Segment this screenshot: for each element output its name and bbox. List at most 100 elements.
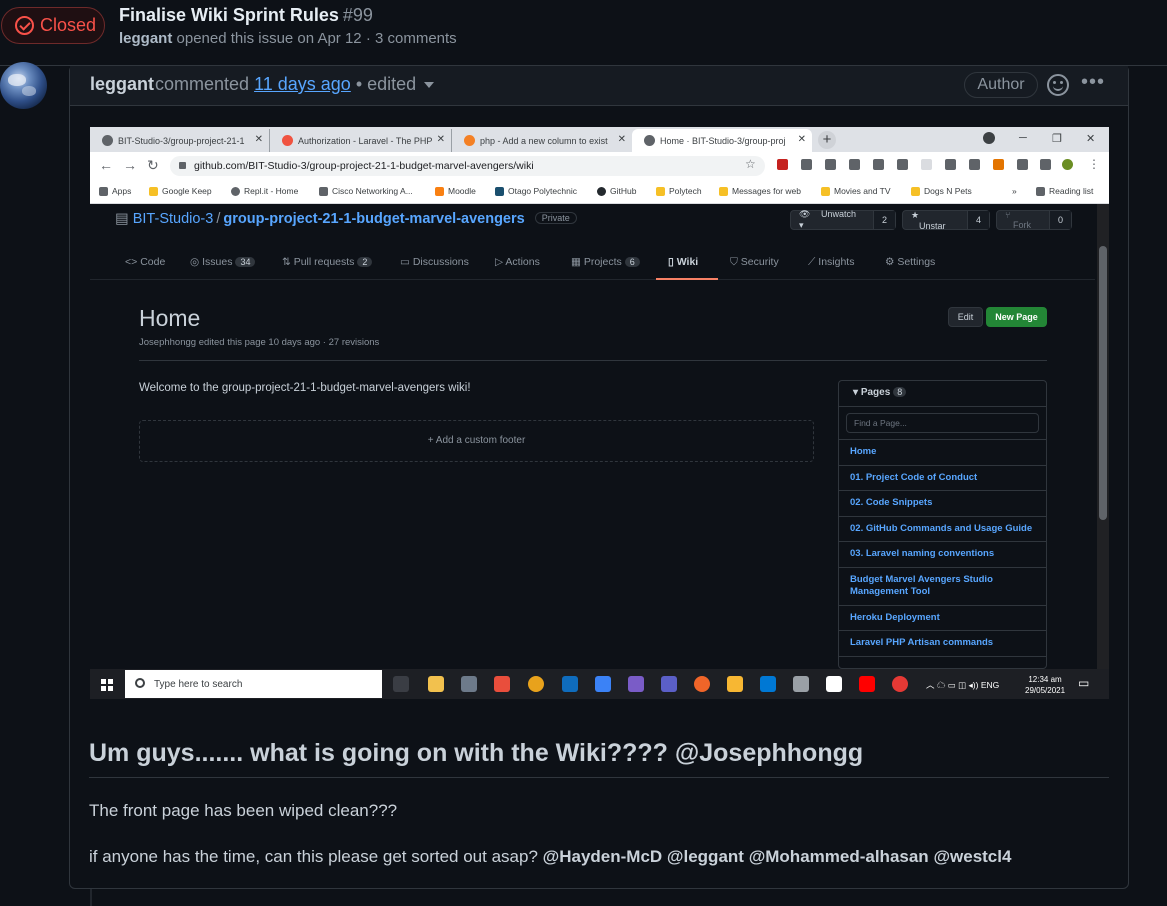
bookmark-folder[interactable]: Movies and TV [821, 186, 891, 196]
extension-icon[interactable] [801, 159, 812, 170]
page-link[interactable]: 03. Laravel naming conventions [839, 542, 1046, 568]
edit-button[interactable]: Edit [948, 307, 983, 327]
tab-settings[interactable]: ⚙ Settings [885, 256, 935, 268]
tab-actions[interactable]: ▷ Actions [495, 256, 540, 268]
minimize-icon[interactable]: ─ [1019, 132, 1027, 144]
outlook-icon[interactable] [562, 676, 578, 692]
app-icon[interactable] [628, 676, 644, 692]
page-link[interactable]: Heroku Deployment [839, 606, 1046, 631]
extension-icon[interactable] [1017, 159, 1028, 170]
page-link[interactable]: 02. GitHub Commands and Usage Guide [839, 517, 1046, 542]
extensions-puzzle-icon[interactable] [1040, 159, 1051, 170]
youtube-icon[interactable] [859, 676, 875, 692]
mention-link[interactable]: @Mohammed-alhasan [749, 847, 929, 866]
postman-icon[interactable] [694, 676, 710, 692]
extension-icon[interactable] [969, 159, 980, 170]
teams-icon[interactable] [661, 676, 677, 692]
page-link[interactable]: Budget Marvel Avengers Studio Management… [839, 568, 1046, 606]
bookmark-item[interactable]: Otago Polytechnic [495, 186, 577, 196]
unwatch-button[interactable]: 👁 Unwatch ▾ 2 [790, 209, 896, 230]
restore-icon[interactable]: ❐ [1052, 132, 1062, 145]
extension-icon[interactable] [777, 159, 788, 170]
bookmark-item[interactable]: Google Keep [149, 186, 212, 196]
extension-icon[interactable] [873, 159, 884, 170]
mention-link[interactable]: @Hayden-McD [543, 847, 663, 866]
bookmark-apps[interactable]: Apps [99, 186, 131, 196]
reload-icon[interactable]: ↻ [147, 157, 159, 174]
close-icon[interactable]: ✕ [255, 134, 263, 145]
tab-code[interactable]: <> Code [125, 256, 165, 268]
close-icon[interactable]: ✕ [437, 134, 445, 145]
todo-icon[interactable] [595, 676, 611, 692]
menu-kebab-icon[interactable]: ⋮ [1088, 157, 1100, 171]
repo-owner-link[interactable]: BIT-Studio-3 [133, 211, 214, 227]
calculator-icon[interactable] [461, 676, 477, 692]
edited-dropdown[interactable]: • edited [356, 74, 435, 94]
avatar[interactable] [0, 62, 47, 109]
find-page-input[interactable]: Find a Page... [846, 413, 1039, 433]
bookmark-folder[interactable]: Polytech [656, 186, 702, 196]
close-icon[interactable]: ✕ [618, 134, 626, 145]
pages-header[interactable]: ▾ Pages 8 [839, 381, 1046, 407]
language-indicator[interactable]: ENG [981, 680, 999, 690]
smiley-icon[interactable] [1047, 74, 1069, 96]
extension-icon[interactable] [897, 159, 908, 170]
bookmark-folder[interactable]: Messages for web [719, 186, 801, 196]
windows-start-icon[interactable] [101, 679, 113, 691]
extension-icon[interactable] [849, 159, 860, 170]
extension-icon[interactable] [825, 159, 836, 170]
mention-link[interactable]: @westcl4 [933, 847, 1011, 866]
app-icon[interactable] [793, 676, 809, 692]
extension-icon[interactable] [993, 159, 1004, 170]
typora-icon[interactable] [826, 676, 842, 692]
tab-security[interactable]: ⛉ Security [730, 256, 779, 269]
mention-link[interactable]: @leggant [667, 847, 744, 866]
close-icon[interactable]: ✕ [798, 134, 806, 145]
bookmarks-overflow[interactable]: » [1012, 186, 1017, 196]
file-explorer-icon[interactable] [428, 676, 444, 692]
profile-icon[interactable] [983, 132, 995, 144]
page-link[interactable]: 01. Project Code of Conduct [839, 466, 1046, 491]
page-scrollbar[interactable] [1097, 204, 1109, 669]
close-window-icon[interactable]: ✕ [1086, 132, 1095, 145]
issue-author-link[interactable]: leggant [119, 30, 172, 47]
repo-name-link[interactable]: group-project-21-1-budget-marvel-avenger… [223, 211, 524, 227]
tab-issues[interactable]: ◎ Issues 34 [190, 256, 256, 268]
reading-list[interactable]: Reading list [1036, 186, 1093, 196]
tab-discussions[interactable]: ▭ Discussions [400, 256, 469, 268]
forward-icon[interactable]: → [123, 157, 137, 173]
page-link[interactable]: Home [839, 440, 1046, 466]
browser-tab[interactable]: Authorization - Laravel - The PHP ✕ [270, 129, 452, 152]
taskbar-search-input[interactable]: Type here to search [125, 670, 382, 698]
extension-icon[interactable] [945, 159, 956, 170]
scrollbar-thumb[interactable] [1099, 246, 1107, 520]
add-footer-button[interactable]: + Add a custom footer [139, 420, 814, 462]
bookmark-item[interactable]: Cisco Networking A... [319, 186, 413, 196]
new-tab-button[interactable]: + [818, 131, 836, 149]
bookmark-star-icon[interactable]: ☆ [745, 157, 756, 171]
more-options-icon[interactable]: ••• [1081, 71, 1105, 94]
system-tray[interactable]: ︿ ☁ ▭ ◫ ◂)) ENG [926, 679, 999, 691]
unstar-button[interactable]: ★ Unstar 4 [902, 210, 990, 231]
bookmark-item[interactable]: Repl.it - Home [231, 186, 298, 196]
youtube-music-icon[interactable] [892, 676, 908, 692]
taskbar-clock[interactable]: 12:34 am 29/05/2021 [1025, 674, 1065, 696]
tab-wiki[interactable]: ▯ Wiki [668, 256, 698, 268]
task-view-icon[interactable] [393, 676, 409, 692]
bookmark-item[interactable]: Moodle [435, 186, 476, 196]
xampp-icon[interactable] [727, 676, 743, 692]
app-icon[interactable] [494, 676, 510, 692]
back-icon[interactable]: ← [99, 157, 113, 173]
browser-tab-active[interactable]: Home · BIT-Studio-3/group-proj ✕ [632, 129, 812, 152]
tab-insights[interactable]: ⟋ Insights [808, 256, 854, 269]
page-link[interactable]: Laravel PHP Artisan commands [839, 631, 1046, 657]
fork-button[interactable]: ⑂ Fork 0 [996, 210, 1072, 230]
address-bar[interactable]: github.com/BIT-Studio-3/group-project-21… [170, 156, 765, 176]
profile-avatar-icon[interactable] [1062, 159, 1073, 170]
notifications-icon[interactable]: ▭ [1078, 676, 1089, 690]
tab-pull-requests[interactable]: ⇅ Pull requests 2 [282, 256, 373, 268]
bookmark-folder[interactable]: Dogs N Pets [911, 186, 972, 196]
extension-icon[interactable] [921, 159, 932, 170]
browser-tab[interactable]: BIT-Studio-3/group-project-21-1 ✕ [90, 129, 270, 152]
comment-time-link[interactable]: 11 days ago [254, 74, 351, 94]
